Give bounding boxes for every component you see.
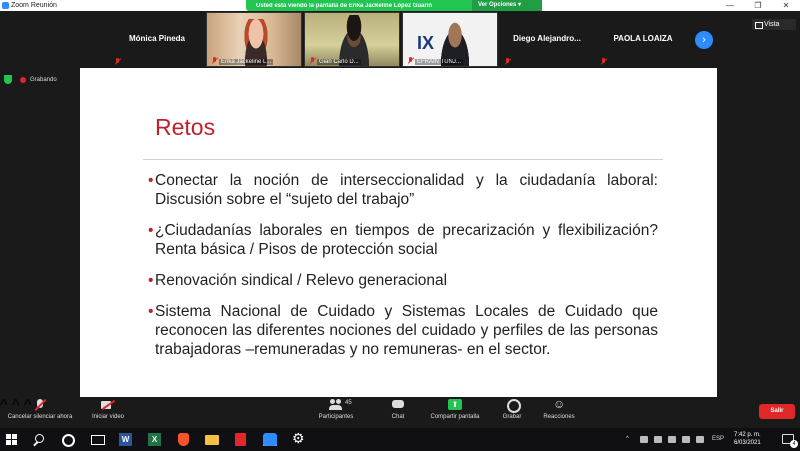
brave-browser-icon[interactable] — [177, 433, 191, 446]
muted-mic-icon — [407, 57, 414, 64]
participant-name: Gian Carlo D... — [317, 59, 361, 65]
bullet-item: • ¿Ciudadanías laborales en tiempos de pr… — [148, 221, 658, 259]
bullet-marker: • — [148, 222, 154, 239]
reactions-button[interactable]: Reacciones — [538, 397, 580, 420]
zoom-window: Zoom Reunión — ❐ ✕ Usted está viendo la … — [0, 0, 800, 451]
participant-name: Mónica Pineda — [128, 34, 185, 43]
meeting-toolbar: Cancelar silenciar ahora ^ Iniciar video… — [0, 397, 800, 428]
video-off-icon — [101, 399, 115, 411]
clock-time: 7:42 p. m. — [734, 432, 761, 438]
unmute-label: Cancelar silenciar ahora — [7, 414, 73, 420]
maximize-button[interactable]: ❐ — [744, 0, 772, 11]
acrobat-pdf-icon[interactable] — [234, 433, 248, 446]
chat-button[interactable]: Chat — [384, 399, 412, 420]
bullet-marker: • — [148, 172, 154, 189]
share-screen-label: Compartir pantalla — [430, 414, 480, 420]
chat-icon — [391, 399, 405, 411]
record-icon — [505, 399, 521, 413]
task-view-icon[interactable] — [91, 433, 105, 446]
minimize-button[interactable]: — — [716, 0, 744, 11]
title-divider — [143, 159, 663, 160]
participant-tile-diego[interactable]: Diego Alejandro... — [500, 12, 594, 67]
participant-name: EFRAÍN TUNJ... — [415, 59, 463, 65]
bullet-text: Conectar la noción de interseccionalidad… — [155, 172, 658, 208]
volume-icon[interactable] — [696, 436, 704, 443]
bullet-text: ¿Ciudadanías laborales en tiempos de pre… — [155, 222, 658, 258]
leave-button[interactable]: Salir — [759, 404, 795, 419]
shield-icon[interactable] — [4, 75, 12, 84]
muted-mic-icon — [114, 58, 121, 65]
windows-taskbar: ^ ESP 7:42 p. m. 6/03/2021 4 — [0, 428, 800, 451]
bullet-item: • Sistema Nacional de Cuidado y Sistemas … — [148, 302, 658, 359]
participant-tile-paola[interactable]: PAOLA LOAIZA — [596, 12, 690, 67]
input-language[interactable]: ESP — [712, 436, 724, 442]
participants-icon — [329, 399, 343, 411]
slide-title: Retos — [155, 114, 216, 140]
event-logo-background: IX — [417, 33, 435, 53]
system-clock[interactable]: 7:42 p. m. 6/03/2021 — [734, 431, 761, 447]
excel-app-icon[interactable] — [148, 433, 162, 446]
notification-count: 4 — [790, 440, 798, 448]
cortana-icon[interactable] — [60, 433, 75, 447]
screen-share-banner: Usted está viendo la pantalla de Erika J… — [246, 0, 542, 11]
muted-mic-icon — [309, 57, 316, 64]
bullet-item: • Conectar la noción de interseccionalida… — [148, 171, 658, 209]
wifi-icon[interactable] — [682, 436, 690, 443]
participant-video-gian-carlo[interactable]: Gian Carlo D... — [304, 12, 400, 67]
record-label: Grabar — [502, 414, 522, 420]
share-screen-button[interactable]: Compartir pantalla — [424, 399, 486, 420]
muted-mic-icon — [33, 399, 47, 411]
close-button[interactable]: ✕ — [772, 0, 800, 11]
next-page-arrow-icon[interactable]: › — [695, 31, 713, 49]
reactions-label: Reacciones — [543, 414, 575, 420]
participants-count: 45 — [345, 400, 352, 406]
bullet-marker: • — [148, 303, 154, 320]
window-title: Zoom Reunión — [11, 2, 57, 9]
zoom-logo-icon — [2, 2, 9, 9]
participant-name: Erika Jackeline L... — [219, 59, 274, 65]
participant-video-erika[interactable]: Erika Jackeline L... — [206, 12, 302, 67]
search-icon[interactable] — [33, 433, 47, 446]
participant-name: PAOLA LOAIZA — [613, 34, 673, 43]
window-controls: — ❐ ✕ — [716, 0, 800, 11]
participant-video-efrain[interactable]: IX EFRAÍN TUNJ... — [402, 12, 498, 67]
battery-icon[interactable] — [668, 436, 676, 443]
start-video-button[interactable]: Iniciar video — [86, 399, 130, 420]
tray-app-icon[interactable] — [640, 436, 648, 443]
record-dot-icon — [20, 77, 26, 83]
start-video-label: Iniciar video — [91, 414, 124, 420]
bullet-item: • Renovación sindical / Relevo generacion… — [148, 271, 658, 290]
participants-label: Participantes — [318, 414, 354, 420]
tray-overflow-chevron[interactable]: ^ — [626, 436, 629, 442]
bullet-text: Renovación sindical / Relevo generaciona… — [155, 272, 448, 289]
word-app-icon[interactable] — [119, 433, 133, 446]
bullet-marker: • — [148, 272, 154, 289]
share-banner-text: Usted está viendo la pantalla de Erika J… — [256, 2, 433, 9]
view-options-button[interactable]: Ver Opciones ▾ — [472, 0, 542, 11]
record-button[interactable]: Grabar — [498, 399, 526, 420]
muted-mic-icon — [504, 58, 511, 65]
clock-date: 6/03/2021 — [734, 440, 761, 446]
unmute-button[interactable]: Cancelar silenciar ahora — [2, 399, 78, 420]
settings-gear-icon[interactable] — [292, 430, 306, 447]
usb-device-icon[interactable] — [654, 436, 662, 443]
reactions-icon — [552, 397, 566, 411]
zoom-app-icon[interactable] — [263, 433, 277, 446]
participant-tile-monica[interactable]: Mónica Pineda — [110, 12, 204, 67]
participant-name: Diego Alejandro... — [513, 34, 581, 43]
recording-indicator: Grabando — [20, 74, 57, 86]
shared-slide: Retos • Conectar la noción de interseccio… — [80, 68, 717, 397]
view-button[interactable]: Vista — [752, 19, 796, 30]
muted-mic-icon — [600, 58, 607, 65]
muted-mic-icon — [211, 57, 218, 64]
share-screen-icon — [448, 399, 462, 411]
chat-label: Chat — [391, 414, 405, 420]
bullet-text: Sistema Nacional de Cuidado y Sistemas L… — [155, 303, 658, 358]
windows-start-icon[interactable] — [5, 433, 19, 446]
file-explorer-icon[interactable] — [205, 433, 219, 446]
recording-label: Grabando — [30, 77, 57, 83]
slide-bullet-list: • Conectar la noción de interseccionalida… — [148, 171, 658, 371]
